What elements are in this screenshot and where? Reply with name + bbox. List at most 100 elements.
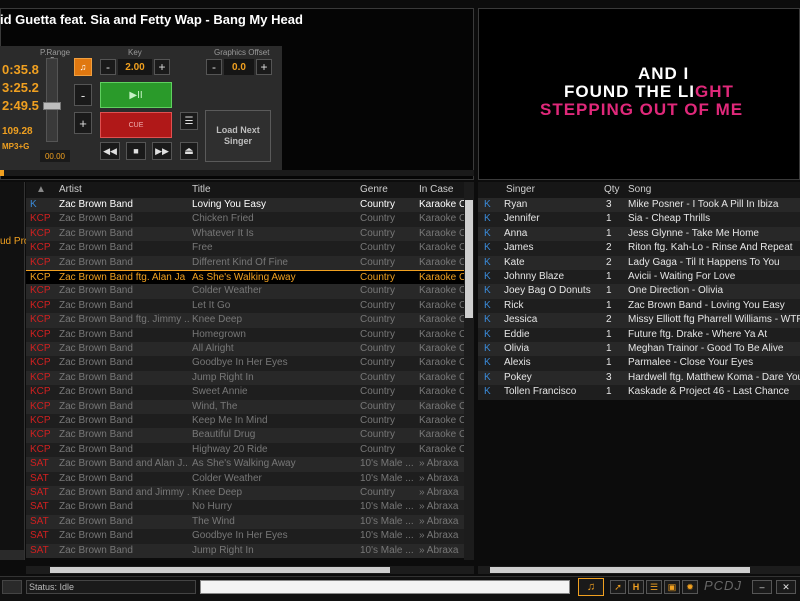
play-pause-button[interactable]: ▶II — [100, 82, 172, 108]
list-icon: ☰ — [184, 115, 194, 127]
sort-arrow-icon[interactable]: ▲ — [36, 184, 46, 195]
catalog-row[interactable]: SAT Zac Brown Band Jump Right In 10's Male … — [26, 543, 464, 558]
now-playing-title: id Guetta feat. Sia and Fetty Wap - Bang… — [0, 12, 303, 27]
catalog-col-title[interactable]: Title — [192, 184, 211, 195]
catalog-cell-tag: SAT — [30, 487, 49, 498]
catalog-row[interactable]: SAT Zac Brown Band The Wind 10's Male ... » … — [26, 514, 464, 530]
catalog-row[interactable]: KCP Zac Brown Band Sweet Annie Country Karao… — [26, 385, 464, 400]
queue-cell-singer: Ryan — [504, 199, 528, 210]
catalog-row[interactable]: KCP Zac Brown Band Highway 20 Ride Country K… — [26, 442, 464, 458]
catalog-row[interactable]: SAT Zac Brown Band Goodbye In Her Eyes 10's… — [26, 529, 464, 544]
queue-cell-singer: Jennifer — [504, 213, 540, 225]
catalog-cell-incase: » Abraxa — [419, 515, 459, 527]
pitch-down-button[interactable]: - — [74, 84, 92, 106]
queue-col-song[interactable]: Song — [628, 184, 651, 195]
queue-add-button[interactable]: ➚ — [610, 580, 626, 594]
graphics-offset-down-button[interactable]: - — [206, 59, 222, 75]
catalog-cell-artist: Zac Brown Band — [59, 515, 133, 527]
catalog-row[interactable]: SAT Zac Brown Band No Hurry 10's Male ... » … — [26, 500, 464, 515]
queue-row[interactable]: K Pokey 3 Hardwell ftg. Matthew Koma - Dare… — [478, 370, 800, 386]
list-button[interactable]: ☰ — [646, 580, 662, 594]
lyric-line-2-sung: FOUND THE LI — [564, 82, 695, 101]
catalog-row[interactable]: KCP Zac Brown Band Homegrown Country Karaoke… — [26, 327, 464, 342]
key-up-button[interactable]: + — [154, 59, 170, 75]
key-label: Key — [128, 48, 142, 57]
list-icon: ☰ — [649, 581, 659, 592]
catalog-row[interactable]: SAT Zac Brown Band Colder Weather 10's Male… — [26, 471, 464, 486]
catalog-cell-incase: Karaoke Cl — [419, 400, 464, 412]
queue-row[interactable]: K Olivia 1 Meghan Trainor - Good To Be Aliv… — [478, 342, 800, 357]
catalog-cell-genre: Country — [360, 343, 396, 354]
catalog-row[interactable]: SAT Zac Brown Band and Alan J... As She's … — [26, 457, 464, 472]
queue-cell-singer: Anna — [504, 227, 528, 239]
rewind-button[interactable]: ◀◀ — [100, 142, 120, 160]
catalog-row[interactable]: SAT Zac Brown Band and Jimmy ... Knee Deep… — [26, 486, 464, 501]
catalog-row[interactable]: KCP Zac Brown Band All Alright Country Karao… — [26, 342, 464, 357]
catalog-cell-tag: KCP — [30, 343, 51, 354]
catalog-row[interactable]: KCP Zac Brown Band Jump Right In Country Kar… — [26, 370, 464, 386]
queue-cell-song: Avicii - Waiting For Love — [628, 271, 736, 282]
catalog-cell-title: Jump Right In — [192, 544, 254, 556]
catalog-row[interactable]: KCP Zac Brown Band Keep Me In Mind Country K… — [26, 414, 464, 429]
pitch-up-button[interactable]: + — [74, 112, 92, 134]
queue-row[interactable]: K Kate 2 Lady Gaga - Til It Happens To You — [478, 255, 800, 270]
history-button[interactable]: H — [628, 580, 644, 594]
track-progress-bar[interactable] — [0, 170, 474, 176]
queue-cell-song: Zac Brown Band - Loving You Easy — [628, 299, 785, 311]
minimize-button[interactable]: – — [752, 580, 772, 594]
catalog-cell-artist: Zac Brown Band — [59, 328, 133, 340]
status-left-button[interactable] — [2, 580, 22, 594]
stop-button[interactable]: ■ — [126, 142, 146, 160]
queue-row[interactable]: K Anna 1 Jess Glynne - Take Me Home — [478, 226, 800, 242]
karaoke-mode-button[interactable]: ♫ — [578, 578, 604, 596]
catalog-row[interactable]: KCP Zac Brown Band Goodbye In Her Eyes Coun… — [26, 356, 464, 371]
catalog-cell-incase: Karaoke Cl — [419, 199, 464, 210]
queue-hscroll-thumb[interactable] — [490, 567, 750, 573]
queue-cell-singer: Olivia — [504, 343, 530, 354]
catalog-col-incase[interactable]: In Case — [419, 184, 453, 195]
catalog-row[interactable]: KCP Zac Brown Band Different Kind Of Fine C… — [26, 255, 464, 270]
catalog-row[interactable]: KCP Zac Brown Band Let It Go Country Karaoke… — [26, 298, 464, 314]
queue-row[interactable]: K Eddie 1 Future ftg. Drake - Where Ya At — [478, 327, 800, 342]
queue-row[interactable]: K Jessica 2 Missy Elliott ftg Pharrell Will… — [478, 313, 800, 328]
queue-row[interactable]: K Ryan 3 Mike Posner - I Took A Pill In Ibi… — [478, 198, 800, 213]
key-lock-button[interactable]: ♫ — [74, 58, 92, 76]
display-button[interactable]: ▣ — [664, 580, 680, 594]
catalog-row[interactable]: KCP Zac Brown Band Colder Weather Country Ka… — [26, 284, 464, 299]
eject-button[interactable]: ⏏ — [180, 142, 198, 160]
catalog-col-genre[interactable]: Genre — [360, 184, 388, 195]
catalog-hscroll-thumb[interactable] — [50, 567, 390, 573]
pitch-slider-handle[interactable] — [43, 102, 61, 110]
settings-button[interactable]: ✹ — [682, 580, 698, 594]
catalog-cell-tag: KCP — [30, 443, 51, 455]
queue-row[interactable]: K Joey Bag O Donuts 1 One Direction - Olivi… — [478, 284, 800, 299]
list-view-button[interactable]: ☰ — [180, 112, 198, 130]
queue-row[interactable]: K Alexis 1 Parmalee - Close Your Eyes — [478, 356, 800, 371]
close-button[interactable]: ✕ — [776, 580, 796, 594]
catalog-row[interactable]: KCP Zac Brown Band Wind, The Country Karaoke… — [26, 399, 464, 414]
load-next-singer-button[interactable]: Load Next Singer — [205, 110, 271, 162]
catalog-row[interactable]: KCP Zac Brown Band Whatever It Is Country Ka… — [26, 226, 464, 242]
catalog-row[interactable]: K Zac Brown Band Loving You Easy Country Kar… — [26, 198, 464, 213]
fast-forward-button[interactable]: ▶▶ — [152, 142, 172, 160]
cue-button[interactable]: CUE — [100, 112, 172, 138]
graphics-offset-up-button[interactable]: + — [256, 59, 272, 75]
catalog-row[interactable]: KCP Zac Brown Band Beautiful Drug Country Ka… — [26, 428, 464, 443]
catalog-col-artist[interactable]: Artist — [59, 184, 82, 195]
queue-row[interactable]: K Johnny Blaze 1 Avicii - Waiting For Love — [478, 270, 800, 285]
pitch-slider[interactable] — [46, 58, 58, 142]
queue-col-singer[interactable]: Singer — [506, 184, 535, 195]
catalog-row[interactable]: KCP Zac Brown Band ftg. Jimmy ... Knee Dee… — [26, 313, 464, 328]
search-input[interactable] — [200, 580, 570, 594]
queue-row[interactable]: K Jennifer 1 Sia - Cheap Thrills — [478, 212, 800, 227]
side-panel-scrollbar[interactable] — [0, 550, 24, 560]
queue-row[interactable]: K Rick 1 Zac Brown Band - Loving You Easy — [478, 298, 800, 314]
queue-col-qty[interactable]: Qty — [604, 184, 620, 195]
key-down-button[interactable]: - — [100, 59, 116, 75]
queue-row[interactable]: K James 2 Riton ftg. Kah-Lo - Rinse And Rep… — [478, 241, 800, 256]
catalog-row[interactable]: KCP Zac Brown Band Chicken Fried Country Kar… — [26, 212, 464, 227]
queue-row[interactable]: K Tollen Francisco 1 Kaskade & Project 46 -… — [478, 385, 800, 400]
catalog-row[interactable]: KCP Zac Brown Band Free Country Karaoke Cl — [26, 241, 464, 256]
catalog-cell-genre: Country — [360, 299, 396, 311]
catalog-vscroll-thumb[interactable] — [465, 200, 473, 318]
